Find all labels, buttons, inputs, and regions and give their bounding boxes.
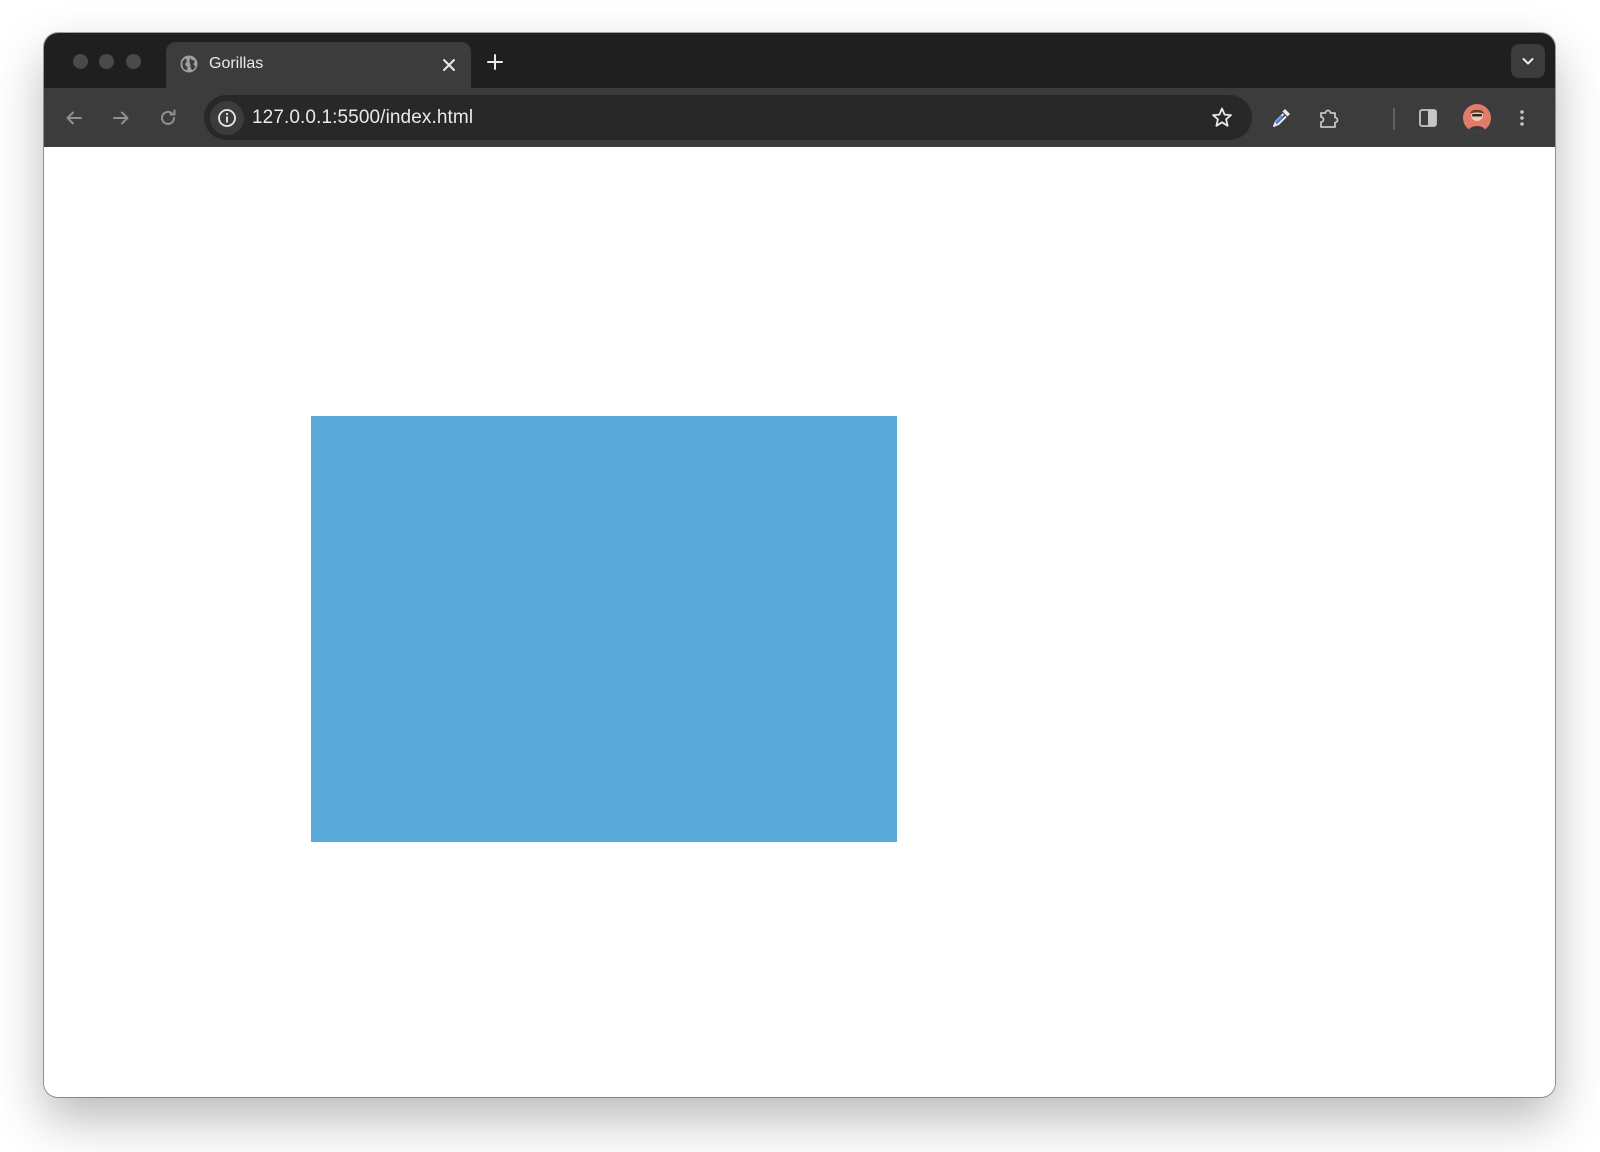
- reload-icon: [161, 109, 176, 125]
- tab-gorillas[interactable]: Gorillas: [166, 42, 471, 88]
- url-text[interactable]: 127.0.0.1:5500/index.html: [252, 107, 473, 129]
- window-close-button[interactable]: [73, 54, 88, 69]
- site-info-button[interactable]: [210, 101, 244, 135]
- tab-strip: Gorillas: [44, 33, 1555, 88]
- tab-close-icon[interactable]: [438, 54, 460, 76]
- new-tab-button[interactable]: [482, 49, 508, 75]
- chevron-down-icon: [1522, 58, 1534, 65]
- eyedropper-icon: [1273, 109, 1290, 127]
- game-canvas[interactable]: [311, 416, 897, 842]
- avatar-icon: [1463, 104, 1491, 132]
- arrow-left-icon: [66, 111, 82, 125]
- reload-button[interactable]: [155, 105, 181, 131]
- info-icon: [218, 109, 236, 127]
- window-minimize-button[interactable]: [99, 54, 114, 69]
- toolbar-divider: [1393, 108, 1395, 130]
- browser-window: Gorillas 127.0.0.1:5500/index.html: [44, 33, 1555, 1097]
- profile-avatar[interactable]: [1463, 104, 1491, 132]
- plus-icon: [487, 54, 503, 70]
- extensions-button[interactable]: [1316, 105, 1342, 131]
- window-maximize-button[interactable]: [126, 54, 141, 69]
- tab-search-button[interactable]: [1511, 44, 1545, 78]
- puzzle-icon: [1320, 109, 1339, 128]
- star-icon: [1212, 107, 1232, 127]
- page-viewport: [44, 147, 1555, 1097]
- side-panel-button[interactable]: [1415, 105, 1441, 131]
- globe-icon: [179, 54, 199, 74]
- back-button[interactable]: [61, 105, 87, 131]
- browser-menu-button[interactable]: [1509, 105, 1535, 131]
- tab-title: Gorillas: [209, 55, 264, 72]
- eyedropper-extension-button[interactable]: [1268, 105, 1294, 131]
- address-bar[interactable]: 127.0.0.1:5500/index.html: [204, 95, 1252, 140]
- kebab-menu-icon: [1520, 110, 1524, 126]
- bookmark-star-button[interactable]: [1209, 105, 1235, 131]
- browser-toolbar: 127.0.0.1:5500/index.html: [44, 88, 1555, 147]
- arrow-right-icon: [113, 111, 129, 125]
- forward-button[interactable]: [108, 105, 134, 131]
- side-panel-icon: [1419, 109, 1437, 127]
